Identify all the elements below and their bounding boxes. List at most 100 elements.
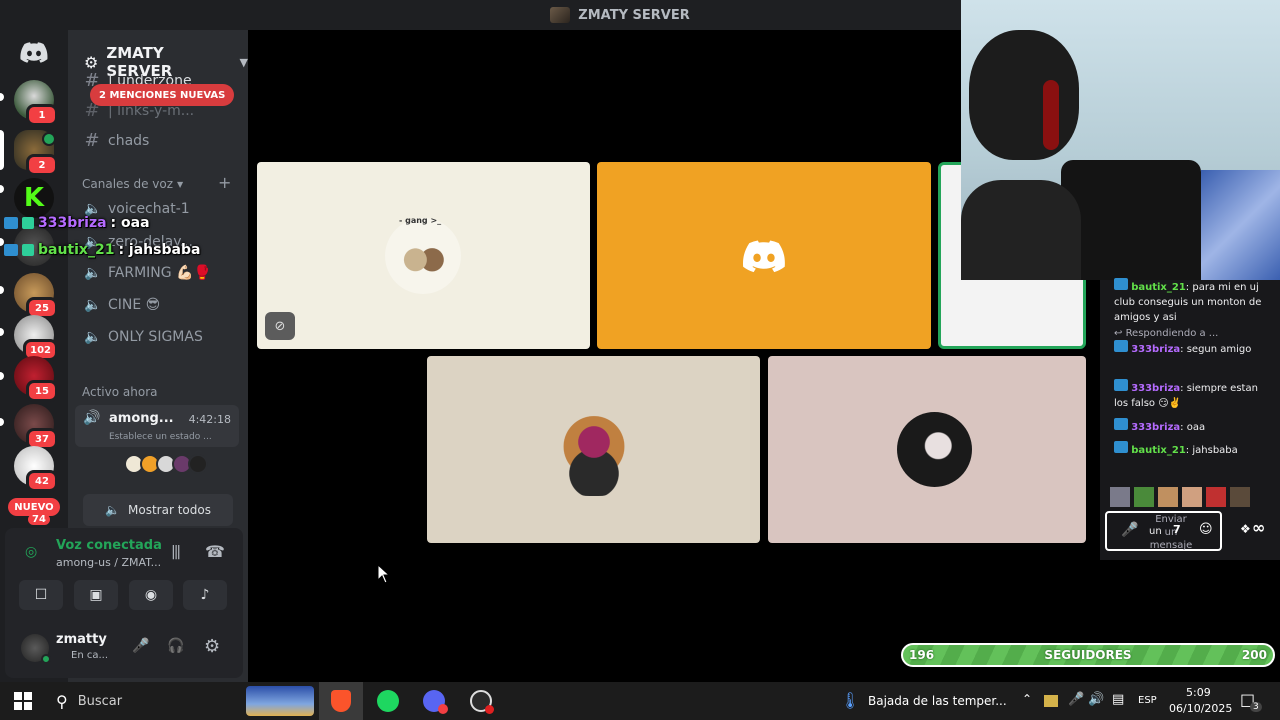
participant-tile[interactable] [768, 356, 1086, 543]
microphone-icon[interactable]: 🎤 [1121, 522, 1138, 538]
unread-pill [0, 328, 4, 336]
chat-username: bautix_21 [1131, 445, 1186, 456]
chevron-down-icon: ▼ [239, 55, 248, 69]
settings-gear-icon: ⚙ [84, 52, 99, 72]
voice-panel: ◎ Voz conectada among-us / ZMAT... ||| ☎… [5, 528, 243, 678]
spotify-icon[interactable] [375, 688, 401, 714]
notification-dot [438, 704, 448, 714]
discord-taskbar-icon[interactable] [421, 688, 448, 714]
chat-username: bautix_21 [1131, 282, 1186, 293]
server-icon[interactable]: 1 [14, 80, 58, 126]
participant-avatar [385, 218, 461, 294]
server-icon[interactable]: 42 [14, 446, 58, 492]
microphone-icon[interactable]: 🎤 [132, 638, 149, 654]
speaker-icon: 🔈 [105, 503, 120, 517]
voice-active-icon [42, 132, 56, 146]
emote-icon[interactable]: 7 [1173, 523, 1181, 536]
chat-message: bautix_21: jahsbaba [1114, 441, 1264, 458]
voice-channel-name[interactable]: among-us / ZMAT... [56, 556, 161, 569]
voice-channel-sigmas[interactable]: 🔈 ONLY SIGMAS [84, 329, 203, 345]
server-icon[interactable]: 15 [14, 356, 58, 402]
server-icon[interactable]: 2 [14, 130, 58, 176]
show-all-button[interactable]: 🔈 Mostrar todos [83, 494, 233, 526]
voice-channel-cine[interactable]: 🔈 CINE 😎 [84, 297, 160, 313]
smiley-icon[interactable]: ☺ [1199, 522, 1213, 537]
follower-label: SEGUIDORES [1044, 648, 1132, 662]
overlay-chat-line: bautix_21 : jahsbaba [4, 242, 200, 258]
avatar [1134, 487, 1154, 507]
badge-icon [22, 217, 34, 229]
chat-message: 333briza: segun amigo [1114, 340, 1264, 357]
channel-label: FARMING 💪🏻🥊 [108, 265, 211, 281]
microphone-tray-icon[interactable]: 🎤 [1068, 692, 1084, 707]
platform-icon [1114, 340, 1128, 352]
disconnect-icon[interactable]: ☎ [205, 542, 225, 561]
noise-suppression-icon[interactable]: ||| [171, 544, 181, 560]
recording-dot [485, 705, 494, 714]
speaker-icon: 🔊 [83, 410, 101, 426]
avatar [1110, 487, 1130, 507]
discord-home-icon[interactable] [20, 42, 48, 64]
server-icon[interactable]: 102 [14, 315, 58, 361]
kick-server-icon[interactable]: K [14, 178, 54, 218]
unread-pill [0, 372, 4, 380]
window-title: ZMATY SERVER [578, 7, 690, 23]
stream-chat-panel: bautix_21: para mi en uj club conseguis … [1100, 278, 1280, 560]
clock-time[interactable]: 5:09 [1186, 686, 1211, 699]
speaker-icon: 🔈 [84, 329, 102, 345]
chat-input[interactable]: 🎤 Enviar un mensaje un 7 ☺ [1105, 511, 1222, 551]
chevron-up-icon[interactable]: ⌃ [1022, 692, 1032, 706]
channel-points-icon[interactable]: ❖ [1240, 522, 1251, 536]
obs-icon[interactable] [468, 688, 494, 714]
headphones-icon[interactable]: 🎧 [167, 638, 184, 654]
activities-button[interactable]: ◉ [129, 580, 173, 610]
voice-channel-farming[interactable]: 🔈 FARMING 💪🏻🥊 [84, 265, 211, 281]
overlay-message: : jahsbaba [118, 242, 201, 258]
add-channel-icon[interactable]: + [218, 173, 231, 192]
user-avatar[interactable] [21, 634, 51, 664]
brave-browser-icon[interactable] [319, 682, 363, 720]
server-icon [550, 7, 571, 23]
reply-text: Respondiendo a ... [1125, 328, 1219, 339]
windows-taskbar: ⚲ Buscar 🌡 Bajada de las temper... ⌃ 🎤 🔊… [0, 682, 1280, 720]
headset-icon [1043, 80, 1059, 150]
mention-badge: 15 [26, 380, 58, 402]
participant-tile[interactable] [427, 356, 760, 543]
server-icon[interactable]: 37 [14, 404, 58, 450]
network-icon[interactable]: ▤ [1112, 692, 1124, 707]
soundboard-button[interactable]: ♪ [183, 580, 227, 610]
volume-icon[interactable]: 🔊 [1088, 692, 1104, 707]
activity-name: among... [109, 411, 174, 426]
overlay-chat-line: 333briza : oaa [4, 215, 150, 231]
voice-category[interactable]: Canales de voz ▼ [82, 177, 183, 191]
screen-share-button[interactable]: ▣ [74, 580, 118, 610]
taskbar-search[interactable]: ⚲ Buscar [46, 686, 242, 716]
tray-app-icon[interactable] [1044, 695, 1058, 707]
language-indicator[interactable]: ESP [1138, 695, 1157, 706]
start-button[interactable] [10, 688, 36, 714]
clock-date[interactable]: 06/10/2025 [1169, 702, 1232, 715]
unread-pill [0, 93, 4, 101]
chat-message: 333briza: siempre estan los falso 😏✌️ [1114, 379, 1264, 411]
chatter-avatars [1110, 487, 1250, 507]
chat-text: oaa [1186, 422, 1206, 433]
settings-gear-icon[interactable]: ⚙ [204, 636, 220, 657]
participant-tile[interactable] [597, 162, 931, 349]
server-icon[interactable]: 25 [14, 273, 58, 319]
unread-pill [0, 418, 4, 426]
shoulder [961, 180, 1081, 280]
search-highlight-image[interactable] [246, 686, 314, 716]
platform-icon [1114, 379, 1128, 391]
avatar [1182, 487, 1202, 507]
chat-username: 333briza [1131, 383, 1181, 394]
follower-current: 196 [909, 648, 935, 662]
overlay-username: bautix_21 [38, 242, 115, 258]
new-mentions-badge[interactable]: 2 MENCIONES NUEVAS [90, 84, 235, 106]
active-voice-card[interactable]: 🔊 among... 4:42:18 Establece un estado .… [75, 405, 239, 447]
participant-tile[interactable]: - gang >_ ⊘ [257, 162, 590, 349]
channel-chads[interactable]: # chads [84, 130, 149, 151]
follower-goal: 200 [1241, 648, 1267, 662]
camera-off-button[interactable]: ☐ [19, 580, 63, 610]
weather-text[interactable]: Bajada de las temper... [868, 694, 1007, 708]
signal-icon: ◎ [25, 544, 38, 560]
